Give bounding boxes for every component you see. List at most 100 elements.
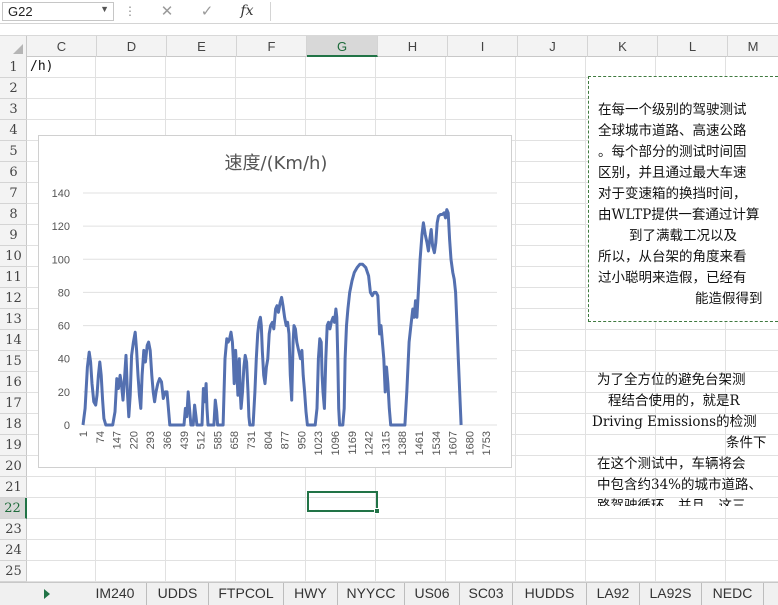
row-header[interactable]: 20 [0, 456, 27, 477]
text-line: 对于变速箱的换挡时间， [598, 186, 747, 202]
row-header[interactable]: 19 [0, 435, 27, 456]
column-header-g[interactable]: G [307, 36, 378, 57]
chart-x-tick-label: 1315 [380, 431, 392, 455]
row-header[interactable]: 4 [0, 120, 27, 141]
sheet-nav[interactable] [0, 583, 84, 605]
text-line: 在每一个级别的驾驶测试 [598, 102, 747, 118]
column-header-f[interactable]: F [237, 36, 307, 57]
column-header-l[interactable]: L [658, 36, 728, 57]
text-line: 由WLTP提供一套通过计算 [598, 207, 760, 223]
row-header[interactable]: 10 [0, 246, 27, 267]
chart-x-tick-label: 1534 [431, 431, 443, 455]
chart-x-tick-label: 1607 [448, 431, 460, 455]
chart-y-tick-label: 0 [64, 420, 70, 432]
column-header-j[interactable]: J [518, 36, 588, 57]
speed-chart[interactable]: 速度/(Km/h) 0 20 40 60 80 100 120 140 1 74 147 220 29… [38, 135, 512, 468]
sheet-tab[interactable]: HUDDS [513, 583, 587, 605]
text-line: 过小聪明来造假，已经有 [598, 270, 747, 286]
column-header-c[interactable]: C [27, 36, 97, 57]
text-box-lower[interactable]: 为了全方位的避免台架测 程结合使用的，就是R Driving Emissions… [588, 366, 778, 506]
sheet-tab[interactable]: LA92 [587, 583, 640, 605]
chart-x-tick-label: 1388 [397, 431, 409, 455]
name-box[interactable]: G22 ▼ [2, 2, 114, 21]
row-header[interactable]: 8 [0, 204, 27, 225]
chart-x-tick-label: 877 [280, 431, 292, 449]
chart-x-tick-label: 1461 [414, 431, 426, 455]
row-header[interactable]: 14 [0, 330, 27, 351]
chart-x-tick-label: 1680 [464, 431, 476, 455]
fill-handle[interactable] [374, 508, 380, 514]
insert-function-button[interactable]: fx [232, 1, 262, 23]
chart-y-tick-label: 80 [58, 287, 70, 299]
column-header-m[interactable]: M [728, 36, 778, 57]
chart-series-line [81, 208, 463, 427]
row-header[interactable]: 3 [0, 99, 27, 120]
chevron-down-icon[interactable]: ▼ [100, 4, 109, 14]
chart-x-tick-label: 1096 [330, 431, 342, 455]
confirm-icon[interactable]: ✓ [192, 1, 222, 23]
chart-y-tick-label: 40 [58, 354, 70, 366]
sheet-tab[interactable]: IM240 [84, 583, 147, 605]
text-line: 。每个部分的测试时间固 [598, 144, 747, 160]
row-header[interactable]: 13 [0, 309, 27, 330]
chart-x-tick-label: 1753 [481, 431, 493, 455]
row-header[interactable]: 17 [0, 393, 27, 414]
row-header-bar: 1 2 3 4 5 6 7 8 9 10 11 12 13 14 15 16 1… [0, 57, 27, 583]
row-header[interactable]: 18 [0, 414, 27, 435]
sheet-tab[interactable]: NEDC [702, 583, 764, 605]
row-header[interactable]: 1 [0, 57, 27, 78]
cell-c1[interactable]: /h) [30, 59, 53, 74]
chart-x-tick-label: 366 [162, 431, 174, 449]
row-header[interactable]: 16 [0, 372, 27, 393]
sheet-tab[interactable]: SC03 [460, 583, 513, 605]
cancel-icon[interactable]: ✕ [152, 1, 182, 23]
chart-x-tick-label: 147 [112, 431, 124, 449]
row-header[interactable]: 12 [0, 288, 27, 309]
row-header[interactable]: 23 [0, 519, 27, 540]
active-cell[interactable] [307, 491, 380, 514]
chart-x-tick-label: 1169 [347, 431, 359, 455]
row-header[interactable]: 22 [0, 498, 27, 519]
column-header-i[interactable]: I [448, 36, 518, 57]
row-header[interactable]: 15 [0, 351, 27, 372]
row-header[interactable]: 11 [0, 267, 27, 288]
row-header[interactable]: 9 [0, 225, 27, 246]
chart-x-tick-label: 220 [128, 431, 140, 449]
chart-y-tick-label: 20 [58, 387, 70, 399]
row-header[interactable]: 24 [0, 540, 27, 561]
formula-input[interactable] [270, 2, 778, 21]
column-header-bar: C D E F G H I J K L M [0, 35, 778, 57]
sheet-tab[interactable]: US06 [405, 583, 460, 605]
chart-canvas: 速度/(Km/h) 0 20 40 60 80 100 120 140 1 74 147 220 29… [52, 153, 497, 455]
row-header[interactable]: 2 [0, 78, 27, 99]
sheet-tab[interactable]: FTPCOL [209, 583, 284, 605]
sheet-tab[interactable]: UDDS [147, 583, 209, 605]
chart-x-tick-label: 804 [263, 431, 275, 449]
next-sheet-icon[interactable] [44, 589, 50, 599]
text-line: 为了全方位的避免台架测 [597, 372, 746, 388]
text-line: 程结合使用的，就是R [608, 393, 740, 409]
sheet-tab-bar: IM240 UDDS FTPCOL HWY NYYCC US06 SC03 HU… [0, 582, 778, 605]
chart-x-tick-label: 658 [229, 431, 241, 449]
sheet-tab[interactable]: HWY [284, 583, 338, 605]
chart-x-tick-label: 950 [296, 431, 308, 449]
row-header[interactable]: 6 [0, 162, 27, 183]
row-header[interactable]: 7 [0, 183, 27, 204]
chart-x-tick-label: 293 [145, 431, 157, 449]
sheet-tab[interactable]: LA92S [640, 583, 702, 605]
text-line: 路驾驶循环。并且，这三 [597, 498, 746, 506]
drag-handle-icon[interactable]: ⋮ [124, 4, 136, 18]
text-box-upper[interactable]: 在每一个级别的驾驶测试 全球城市道路、高速公路 。每个部分的测试时间固 区别，并… [588, 76, 778, 322]
chart-y-tick-label: 140 [52, 188, 70, 200]
row-header[interactable]: 5 [0, 141, 27, 162]
formula-bar: G22 ▼ ⋮ ✕ ✓ fx [0, 0, 778, 24]
sheet-tab[interactable]: NYYCC [338, 583, 405, 605]
select-all-button[interactable] [0, 36, 27, 57]
column-header-h[interactable]: H [378, 36, 448, 57]
row-header[interactable]: 25 [0, 561, 27, 582]
row-header[interactable]: 21 [0, 477, 27, 498]
text-line: 条件下 [726, 435, 767, 451]
column-header-e[interactable]: E [167, 36, 237, 57]
column-header-k[interactable]: K [588, 36, 658, 57]
column-header-d[interactable]: D [97, 36, 167, 57]
